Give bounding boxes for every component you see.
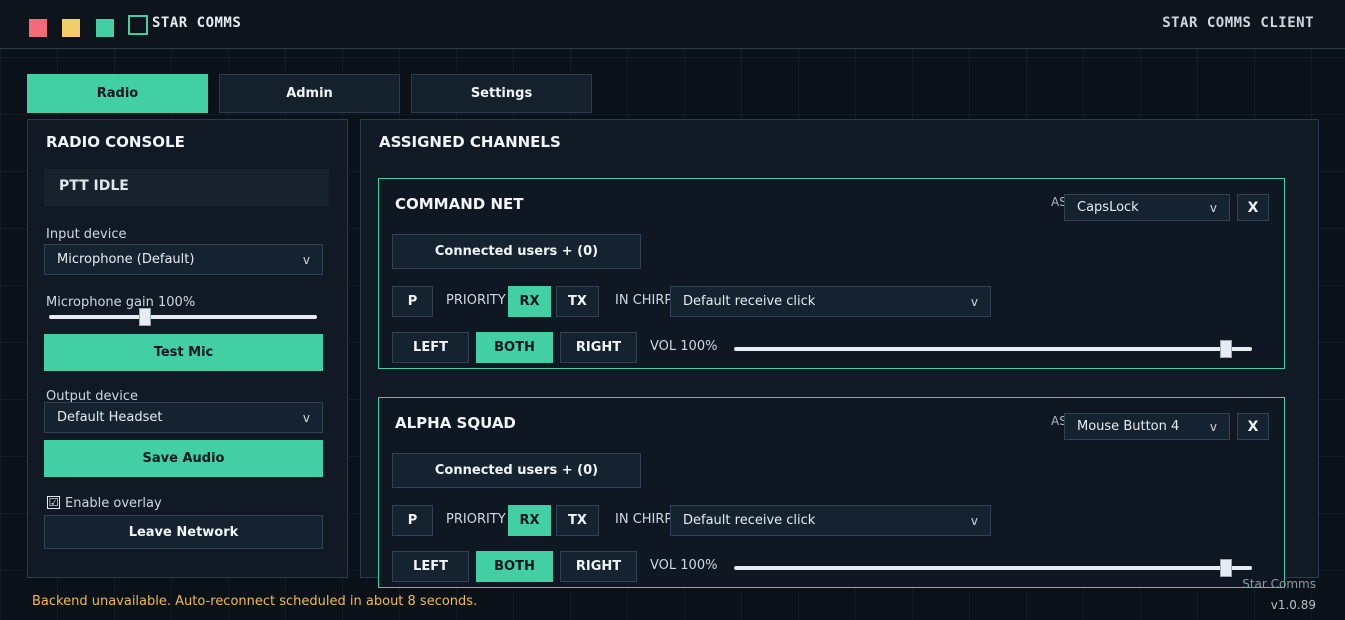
input-device-label: Input device — [46, 227, 127, 242]
input-device-select[interactable]: Microphone (Default) v — [44, 244, 323, 275]
volume-slider-thumb[interactable] — [1220, 340, 1232, 358]
chevron-down-icon: v — [302, 410, 310, 425]
title-bar: STAR COMMS STAR COMMS CLIENT — [0, 0, 1345, 49]
footer-brand: Star Comms — [1242, 577, 1316, 591]
tab-radio[interactable]: Radio — [27, 74, 208, 113]
priority-p-button[interactable]: P — [392, 505, 433, 536]
backend-warning: Backend unavailable. Auto-reconnect sche… — [32, 594, 478, 609]
mic-gain-slider[interactable] — [49, 315, 317, 319]
ptt-status: PTT IDLE — [59, 178, 129, 194]
hotkey-select[interactable]: CapsLock v — [1064, 194, 1230, 221]
tab-admin[interactable]: Admin — [219, 74, 400, 113]
maximize-window-button[interactable] — [96, 19, 114, 37]
hotkey-value: Mouse Button 4 — [1077, 419, 1180, 434]
save-audio-button[interactable]: Save Audio — [44, 440, 323, 477]
in-chirp-label: IN CHIRP — [615, 512, 673, 527]
in-chirp-label: IN CHIRP — [615, 293, 673, 308]
enable-overlay-checkbox[interactable]: ☑ — [47, 496, 60, 509]
in-chirp-value: Default receive click — [683, 294, 816, 309]
mic-gain-slider-thumb[interactable] — [139, 308, 151, 326]
channel-name: ALPHA SQUAD — [395, 414, 516, 432]
pan-right-button[interactable]: RIGHT — [560, 551, 637, 582]
hotkey-value: CapsLock — [1077, 200, 1139, 215]
client-title: STAR COMMS CLIENT — [1162, 15, 1314, 31]
minimize-window-button[interactable] — [62, 19, 80, 37]
hotkey-select[interactable]: Mouse Button 4 v — [1064, 413, 1230, 440]
priority-label: PRIORITY — [446, 512, 506, 527]
app-version: v1.0.89 — [1270, 598, 1316, 612]
app-title: STAR COMMS — [152, 15, 242, 31]
tx-button[interactable]: TX — [556, 286, 599, 317]
pan-left-button[interactable]: LEFT — [392, 332, 469, 363]
enable-overlay-label: Enable overlay — [65, 496, 162, 511]
output-device-value: Default Headset — [57, 410, 163, 425]
app-logo-icon — [128, 15, 148, 35]
tx-button[interactable]: TX — [556, 505, 599, 536]
pan-left-button[interactable]: LEFT — [392, 551, 469, 582]
in-chirp-select[interactable]: Default receive click v — [670, 286, 991, 317]
in-chirp-select[interactable]: Default receive click v — [670, 505, 991, 536]
rx-button[interactable]: RX — [508, 505, 551, 536]
chevron-down-icon: v — [970, 513, 978, 528]
radio-console-title: RADIO CONSOLE — [46, 133, 185, 151]
close-window-button[interactable] — [29, 19, 47, 37]
rx-button[interactable]: RX — [508, 286, 551, 317]
pan-both-button[interactable]: BOTH — [476, 551, 553, 582]
input-device-value: Microphone (Default) — [57, 252, 195, 267]
volume-slider[interactable] — [734, 347, 1252, 351]
volume-slider[interactable] — [734, 566, 1252, 570]
output-device-select[interactable]: Default Headset v — [44, 402, 323, 433]
volume-slider-thumb[interactable] — [1220, 559, 1232, 577]
assigned-channels-title: ASSIGNED CHANNELS — [379, 133, 561, 151]
volume-label: VOL 100% — [650, 339, 718, 354]
pan-both-button[interactable]: BOTH — [476, 332, 553, 363]
channel-name: COMMAND NET — [395, 195, 524, 213]
remove-channel-button[interactable]: X — [1237, 194, 1269, 221]
tab-settings[interactable]: Settings — [411, 74, 592, 113]
chevron-down-icon: v — [970, 294, 978, 309]
connected-users-button[interactable]: Connected users + (0) — [392, 453, 641, 488]
leave-network-button[interactable]: Leave Network — [44, 515, 323, 549]
channel-card-alpha-squad: ALPHA SQUAD AS Mouse Button 4 v X Connec… — [378, 397, 1285, 588]
channel-card-command-net: COMMAND NET AS CapsLock v X Connected us… — [378, 178, 1285, 369]
test-mic-button[interactable]: Test Mic — [44, 334, 323, 371]
mic-gain-label: Microphone gain 100% — [46, 295, 196, 310]
volume-label: VOL 100% — [650, 558, 718, 573]
ptt-status-box: PTT IDLE — [44, 169, 329, 206]
in-chirp-value: Default receive click — [683, 513, 816, 528]
pan-right-button[interactable]: RIGHT — [560, 332, 637, 363]
connected-users-button[interactable]: Connected users + (0) — [392, 234, 641, 269]
chevron-down-icon: v — [1209, 200, 1217, 215]
priority-p-button[interactable]: P — [392, 286, 433, 317]
chevron-down-icon: v — [302, 252, 310, 267]
priority-label: PRIORITY — [446, 293, 506, 308]
remove-channel-button[interactable]: X — [1237, 413, 1269, 440]
chevron-down-icon: v — [1209, 419, 1217, 434]
